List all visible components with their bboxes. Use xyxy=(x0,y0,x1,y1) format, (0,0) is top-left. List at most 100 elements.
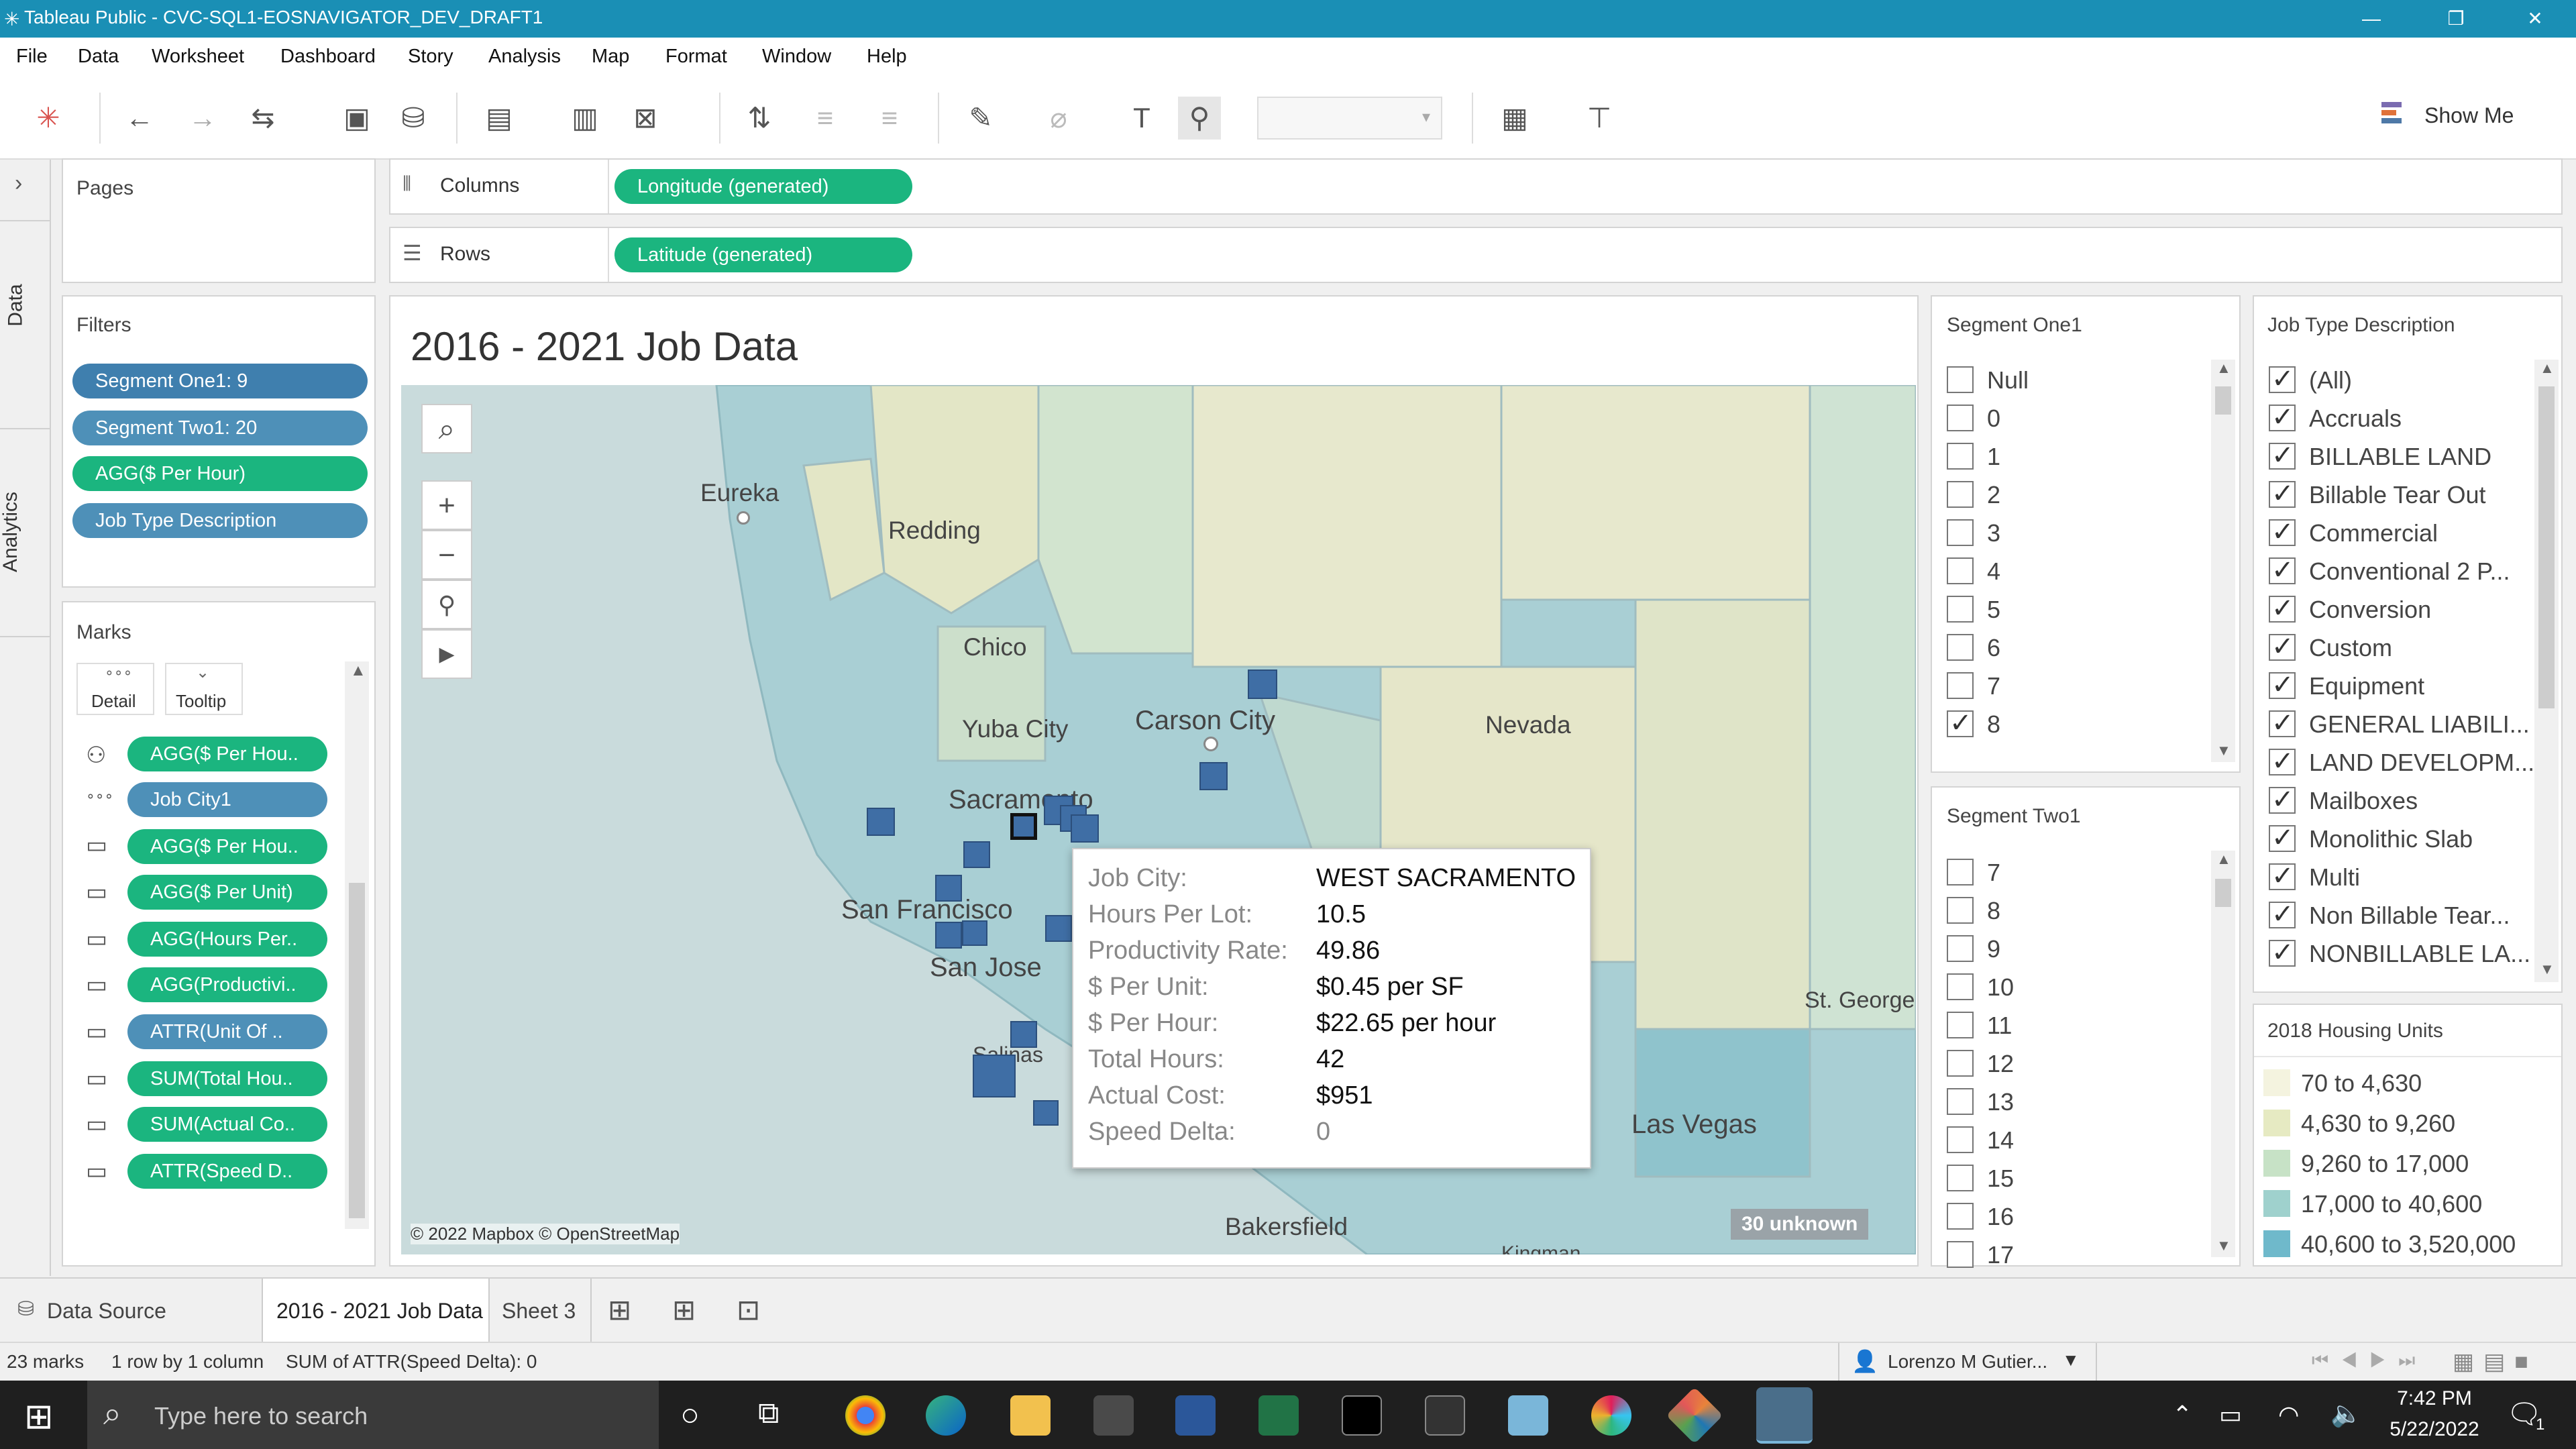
job-mark[interactable] xyxy=(935,875,962,902)
windows-start-icon[interactable]: ⊞ xyxy=(24,1397,54,1437)
clock-time[interactable]: 7:42 PM xyxy=(2388,1387,2481,1410)
zoom-out-button[interactable]: − xyxy=(421,530,472,580)
job-type-option[interactable]: Multi xyxy=(2309,863,2360,892)
segment-two-option[interactable]: 9 xyxy=(1987,935,2000,963)
checkbox-checked[interactable] xyxy=(2269,364,2296,394)
word-icon[interactable] xyxy=(1175,1395,1216,1436)
checkbox[interactable] xyxy=(1947,443,1974,470)
tableau-public-icon[interactable] xyxy=(1756,1387,1813,1444)
menu-story[interactable]: Story xyxy=(408,46,453,68)
task-view-icon[interactable]: ⧉ xyxy=(758,1397,779,1430)
segment-two-option[interactable]: 14 xyxy=(1987,1126,2014,1155)
mark-pill[interactable]: AGG($ Per Unit) xyxy=(127,875,327,910)
job-type-option[interactable]: LAND DEVELOPM... xyxy=(2309,749,2534,777)
checkbox-checked[interactable] xyxy=(2269,708,2296,739)
pages-card[interactable]: Pages xyxy=(62,158,376,283)
battery-icon[interactable]: ▭ xyxy=(2219,1401,2242,1429)
tableau-home-icon[interactable]: ✳ xyxy=(27,97,70,140)
checkbox[interactable] xyxy=(1947,935,1974,962)
mark-pill[interactable]: ATTR(Unit Of .. xyxy=(127,1014,327,1049)
chrome-icon[interactable] xyxy=(845,1395,885,1436)
unknown-indicator[interactable]: 30 unknown xyxy=(1731,1209,1869,1240)
scroll-up-icon[interactable]: ▲ xyxy=(2540,360,2555,377)
mark-pill[interactable]: AGG(Hours Per.. xyxy=(127,922,327,957)
columns-pill[interactable]: Longitude (generated) xyxy=(614,169,912,204)
edge-icon[interactable] xyxy=(926,1395,966,1436)
job-type-option[interactable]: NONBILLABLE LA... xyxy=(2309,940,2530,968)
job-mark[interactable] xyxy=(1010,1021,1037,1048)
menu-file[interactable]: File xyxy=(16,46,48,68)
tableau-desktop-icon[interactable] xyxy=(1666,1387,1723,1444)
map-search-button[interactable]: ⌕ xyxy=(421,404,472,453)
segment-one-option[interactable]: 7 xyxy=(1987,672,2000,700)
checkbox[interactable] xyxy=(1947,859,1974,885)
undo-icon[interactable]: ← xyxy=(118,97,161,140)
marks-scrollbar[interactable]: ▲ xyxy=(345,661,369,1229)
segment-one-option[interactable]: 8 xyxy=(1987,710,2000,739)
expand-toolbar-button[interactable]: ▶ xyxy=(421,629,472,679)
checkbox[interactable] xyxy=(1947,481,1974,508)
job-mark[interactable] xyxy=(1199,762,1228,790)
new-data-source-icon[interactable]: ⛁ xyxy=(392,97,435,140)
checkbox-checked[interactable] xyxy=(2269,746,2296,777)
checkbox-checked[interactable] xyxy=(2269,440,2296,471)
checkbox[interactable] xyxy=(1947,1126,1974,1153)
job-mark[interactable] xyxy=(1045,915,1072,942)
menu-window[interactable]: Window xyxy=(762,46,831,68)
segment-one-option[interactable]: Null xyxy=(1987,366,2029,394)
volume-icon[interactable]: 🔈 xyxy=(2330,1399,2362,1429)
checkbox[interactable] xyxy=(1947,1050,1974,1077)
job-type-option[interactable]: Conventional 2 P... xyxy=(2309,557,2510,586)
user-menu-chevron-icon[interactable]: ▼ xyxy=(2062,1350,2080,1371)
segment-one-option[interactable]: 1 xyxy=(1987,443,2000,471)
segment-one-option[interactable]: 6 xyxy=(1987,634,2000,662)
checkbox[interactable] xyxy=(1947,1088,1974,1115)
job-mark-selected[interactable] xyxy=(1010,813,1037,840)
job-mark[interactable] xyxy=(973,1055,1016,1097)
reset-map-button[interactable]: ⚲ xyxy=(421,580,472,629)
job-mark[interactable] xyxy=(867,808,895,836)
sort-descending-icon[interactable]: ≡ xyxy=(868,97,911,140)
swap-rows-columns-icon[interactable]: ⇅ xyxy=(738,97,781,140)
clear-sheet-icon[interactable]: ⊠ xyxy=(624,97,667,140)
mark-pill[interactable]: Job City1 xyxy=(127,782,327,817)
user-name[interactable]: Lorenzo M Gutier... xyxy=(1888,1351,2047,1373)
checkbox-checked[interactable] xyxy=(2269,593,2296,624)
columns-shelf[interactable]: ⦀ Columns Longitude (generated) xyxy=(389,158,2563,215)
new-dashboard-icon[interactable]: ⊞ xyxy=(672,1293,696,1326)
scroll-thumb[interactable] xyxy=(349,883,365,1218)
checkbox[interactable] xyxy=(1947,596,1974,623)
checkbox-checked[interactable] xyxy=(2269,784,2296,815)
new-story-icon[interactable]: ⊡ xyxy=(737,1293,760,1326)
checkbox-checked[interactable] xyxy=(2269,631,2296,662)
checkbox[interactable] xyxy=(1947,634,1974,661)
segment-two-option[interactable]: 10 xyxy=(1987,973,2014,1002)
new-worksheet-icon[interactable]: ▤ xyxy=(478,97,521,140)
sort-ascending-icon[interactable]: ≡ xyxy=(804,97,847,140)
checkbox[interactable] xyxy=(1947,1241,1974,1268)
segment-two-option[interactable]: 13 xyxy=(1987,1088,2014,1116)
segment-one-option[interactable]: 0 xyxy=(1987,405,2000,433)
file-explorer-icon[interactable] xyxy=(1010,1395,1051,1436)
segment-one-option[interactable]: 4 xyxy=(1987,557,2000,586)
checkbox-checked[interactable] xyxy=(2269,899,2296,930)
checkbox-checked[interactable] xyxy=(2269,822,2296,853)
save-icon[interactable]: ▣ xyxy=(335,97,378,140)
show-cards-icon[interactable]: ▦ xyxy=(1493,97,1536,140)
checkbox[interactable] xyxy=(1947,672,1974,699)
scroll-thumb[interactable] xyxy=(2215,386,2231,415)
data-tab[interactable]: Data xyxy=(5,284,28,326)
segment-one-option[interactable]: 2 xyxy=(1987,481,2000,509)
zoom-in-button[interactable]: + xyxy=(421,480,472,530)
job-mark[interactable] xyxy=(1071,814,1099,843)
minimize-button[interactable]: — xyxy=(2334,0,2408,38)
checkbox[interactable] xyxy=(1947,405,1974,431)
job-mark[interactable] xyxy=(1248,669,1277,699)
segment-two-scrollbar[interactable]: ▲ ▼ xyxy=(2211,851,2235,1257)
checkbox-checked[interactable] xyxy=(2269,555,2296,586)
terminal-icon[interactable] xyxy=(1342,1395,1382,1436)
detail-button[interactable]: ∘∘∘ Detail xyxy=(76,663,154,715)
data-source-tab[interactable]: Data Source xyxy=(47,1299,166,1324)
clock-date[interactable]: 5/22/2022 xyxy=(2375,1418,2494,1441)
checkbox-checked[interactable] xyxy=(1947,708,1974,739)
